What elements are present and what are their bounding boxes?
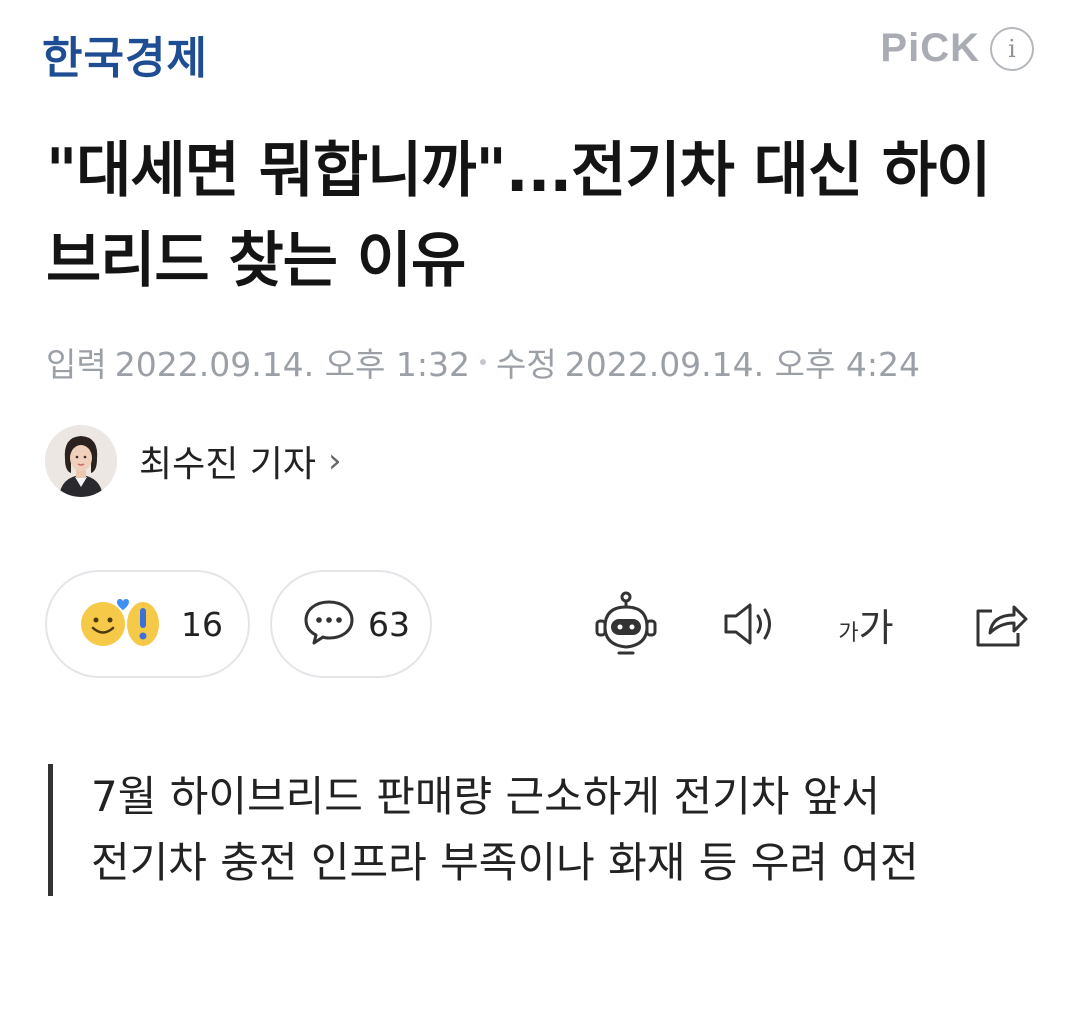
text-to-speech-button[interactable] bbox=[714, 588, 786, 660]
share-icon bbox=[976, 605, 1028, 647]
pick-badge[interactable]: PiCK i bbox=[880, 26, 1034, 71]
article-title: "대세면 뭐합니까"...전기차 대신 하이브리드 찾는 이유 bbox=[46, 136, 991, 296]
published-label: 입력 bbox=[46, 345, 107, 384]
ai-summary-button[interactable] bbox=[590, 588, 662, 660]
font-size-button[interactable]: 가 가 bbox=[830, 588, 902, 660]
reaction-button[interactable]: 16 bbox=[45, 570, 250, 678]
date-separator bbox=[479, 359, 486, 365]
reporter-avatar bbox=[45, 425, 117, 497]
reaction-emoji-icon bbox=[77, 594, 169, 654]
summary-line: 7월 하이브리드 판매량 근소하게 전기차 앞서 bbox=[91, 772, 880, 821]
pick-label: PiCK bbox=[880, 26, 980, 70]
share-button[interactable] bbox=[964, 588, 1036, 660]
font-size-small-label: 가 bbox=[838, 621, 859, 646]
comment-bubble-icon bbox=[302, 597, 356, 651]
reaction-count: 16 bbox=[181, 604, 223, 644]
comment-button[interactable]: 63 bbox=[270, 570, 432, 678]
article-summary: 7월 하이브리드 판매량 근소하게 전기차 앞서 전기차 충전 인프라 부족이나… bbox=[48, 764, 988, 896]
speaker-icon bbox=[724, 603, 771, 645]
chevron-right-icon: › bbox=[328, 441, 342, 481]
comment-count: 63 bbox=[368, 604, 410, 644]
font-size-large-label: 가 bbox=[858, 605, 894, 650]
article-dates: 입력 2022.09.14. 오후 1:32 수정 2022.09.14. 오후… bbox=[46, 338, 920, 386]
modified-label: 수정 bbox=[495, 345, 557, 384]
press-logo[interactable]: 한국경제 bbox=[42, 22, 208, 86]
published-date: 2022.09.14. 오후 1:32 bbox=[114, 345, 470, 384]
modified-date: 2022.09.14. 오후 4:24 bbox=[564, 345, 920, 384]
robot-icon bbox=[595, 591, 657, 655]
summary-line: 전기차 충전 인프라 부족이나 화재 등 우려 여전 bbox=[91, 838, 919, 887]
reporter-name: 최수진 기자 bbox=[139, 444, 317, 485]
info-icon[interactable]: i bbox=[990, 26, 1034, 71]
reporter-link[interactable]: 최수진 기자 › bbox=[45, 425, 342, 497]
